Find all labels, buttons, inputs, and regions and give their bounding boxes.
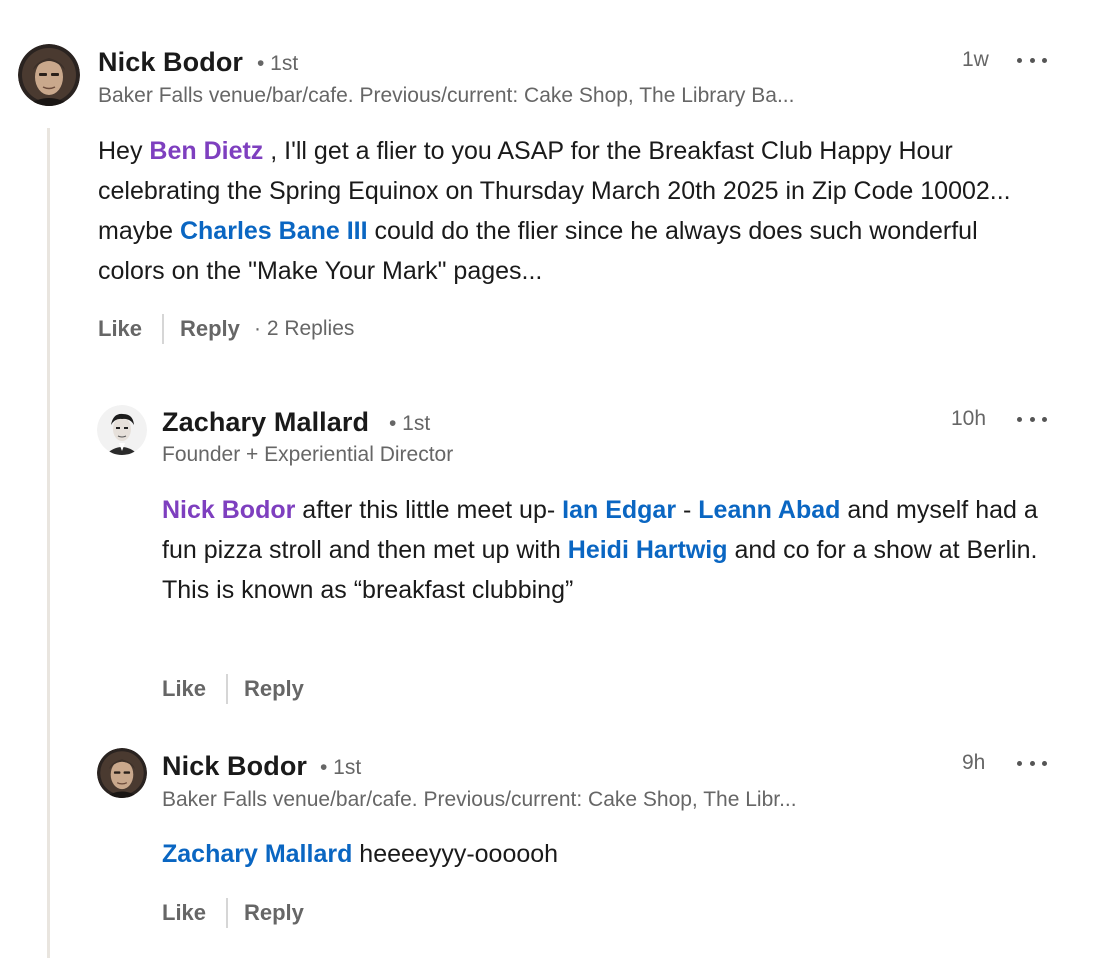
author-name[interactable]: Zachary Mallard: [162, 407, 369, 438]
timestamp: 10h: [951, 407, 987, 430]
reply-button[interactable]: Reply: [180, 316, 240, 342]
mention-ian-edgar[interactable]: Ian Edgar: [562, 496, 676, 524]
mention-heidi-hartwig[interactable]: Heidi Hartwig: [568, 536, 728, 564]
comment-text: Hey Ben Dietz , I'll get a flier to you …: [98, 131, 1048, 291]
avatar[interactable]: [97, 405, 147, 455]
replies-count[interactable]: · 2 Replies: [254, 317, 354, 341]
text-segment: -: [676, 496, 699, 524]
thread-line: [47, 128, 50, 958]
author-headline: Founder + Experiential Director: [162, 443, 454, 466]
author-name[interactable]: Nick Bodor: [162, 751, 307, 782]
timestamp: 9h: [962, 751, 986, 774]
text-segment: heeeeyyy-oooooh: [352, 840, 559, 868]
author-headline: Baker Falls venue/bar/cafe. Previous/cur…: [162, 788, 797, 811]
avatar-zachary-mallard-icon: [97, 405, 147, 455]
connection-degree: • 1st: [389, 412, 431, 435]
comment-text: Zachary Mallard heeeeyyy-oooooh: [162, 834, 1062, 874]
text-segment: Hey: [98, 137, 150, 165]
reply-button[interactable]: Reply: [244, 900, 304, 926]
more-options-icon[interactable]: [1017, 55, 1047, 65]
timestamp: 1w: [962, 48, 989, 71]
like-button[interactable]: Like: [162, 900, 206, 926]
action-divider: [226, 674, 228, 704]
more-options-icon[interactable]: [1017, 414, 1047, 424]
like-button[interactable]: Like: [98, 316, 142, 342]
avatar-nick-bodor-icon: [97, 748, 147, 798]
mention-ben-dietz[interactable]: Ben Dietz: [149, 137, 263, 165]
reply-button[interactable]: Reply: [244, 676, 304, 702]
like-button[interactable]: Like: [162, 676, 206, 702]
text-segment: This is known as “breakfast clubbing”: [162, 576, 574, 604]
author-headline: Baker Falls venue/bar/cafe. Previous/cur…: [98, 84, 795, 107]
comment-text: Nick Bodor after this little meet up- Ia…: [162, 490, 1062, 610]
mention-charles-bane[interactable]: Charles Bane III: [180, 217, 368, 245]
avatar[interactable]: [18, 44, 80, 106]
connection-degree: • 1st: [257, 52, 299, 75]
avatar-nick-bodor-icon: [18, 44, 80, 106]
action-divider: [226, 898, 228, 928]
action-divider: [162, 314, 164, 344]
mention-zachary-mallard[interactable]: Zachary Mallard: [162, 840, 352, 868]
mention-nick-bodor[interactable]: Nick Bodor: [162, 496, 295, 524]
avatar[interactable]: [97, 748, 147, 798]
text-segment: and co for a show at Berlin.: [727, 536, 1038, 564]
more-options-icon[interactable]: [1017, 758, 1047, 768]
text-segment: after this little meet up-: [295, 496, 563, 524]
author-name[interactable]: Nick Bodor: [98, 47, 243, 78]
connection-degree: • 1st: [320, 756, 362, 779]
mention-leann-abad[interactable]: Leann Abad: [698, 496, 840, 524]
